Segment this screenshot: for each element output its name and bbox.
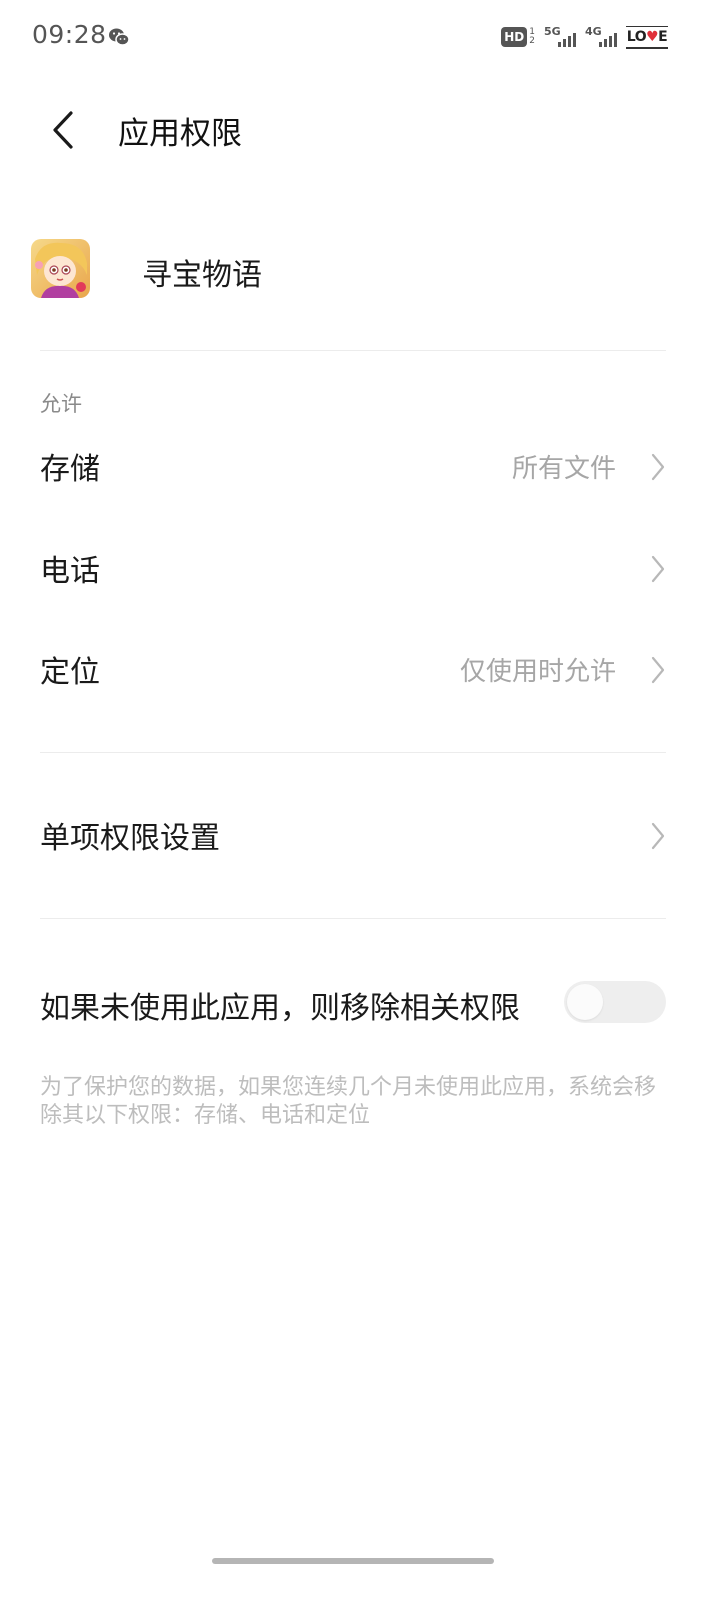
permission-value: 所有文件 bbox=[511, 454, 616, 484]
status-bar: 09:28 HD 1 2 5G 4G LO ♥ E bbox=[0, 0, 720, 76]
permission-label: 电话 bbox=[40, 554, 100, 589]
auto-remove-note: 为了保护您的数据，如果您连续几个月未使用此应用，系统会移除其以下权限：存储、电话… bbox=[40, 1075, 657, 1128]
toggle-knob bbox=[567, 984, 603, 1020]
header: 应用权限 bbox=[0, 90, 720, 170]
permission-value: 仅使用时允许 bbox=[459, 657, 616, 687]
battery-icon: LO ♥ E bbox=[626, 25, 668, 49]
divider bbox=[40, 752, 666, 753]
section-label-allowed: 允许 bbox=[40, 392, 82, 416]
chevron-right-icon bbox=[651, 555, 665, 583]
permission-label: 定位 bbox=[40, 655, 100, 690]
page-title: 应用权限 bbox=[118, 116, 242, 152]
permission-row-storage[interactable]: 存储 所有文件 bbox=[0, 422, 720, 512]
chevron-right-icon bbox=[651, 656, 665, 684]
heart-icon: ♥ bbox=[646, 28, 659, 45]
chevron-right-icon bbox=[651, 822, 665, 850]
signal-5g-icon: 5G bbox=[544, 25, 576, 49]
app-name: 寻宝物语 bbox=[142, 258, 262, 293]
individual-settings-label: 单项权限设置 bbox=[40, 821, 220, 856]
divider bbox=[40, 918, 666, 919]
individual-permission-settings-row[interactable]: 单项权限设置 bbox=[0, 791, 720, 881]
hd-icon: HD 1 2 bbox=[501, 27, 535, 47]
status-time: 09:28 bbox=[32, 20, 107, 49]
home-indicator[interactable] bbox=[212, 1558, 494, 1564]
wechat-icon bbox=[108, 27, 130, 47]
back-button[interactable] bbox=[40, 104, 88, 156]
permission-row-phone[interactable]: 电话 bbox=[0, 524, 720, 614]
chevron-right-icon bbox=[651, 453, 665, 481]
chevron-left-icon bbox=[53, 111, 73, 149]
auto-remove-label: 如果未使用此应用，则移除相关权限 bbox=[40, 991, 520, 1026]
app-icon bbox=[31, 239, 90, 298]
permission-label: 存储 bbox=[40, 452, 100, 487]
auto-remove-toggle[interactable] bbox=[564, 981, 666, 1023]
permission-row-location[interactable]: 定位 仅使用时允许 bbox=[0, 625, 720, 715]
signal-4g-icon: 4G bbox=[585, 25, 617, 49]
auto-remove-permissions-row: 如果未使用此应用，则移除相关权限 bbox=[0, 960, 720, 1044]
status-icons: HD 1 2 5G 4G LO ♥ E bbox=[501, 24, 668, 50]
divider bbox=[40, 350, 666, 351]
app-info: 寻宝物语 bbox=[0, 230, 720, 310]
